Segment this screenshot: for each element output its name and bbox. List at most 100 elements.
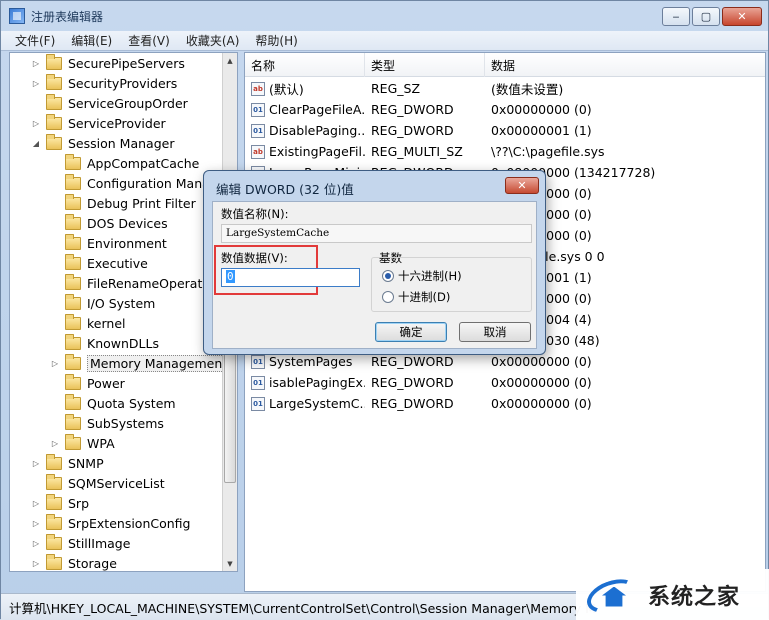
expand-arrow-icon[interactable]: ▷ (30, 557, 42, 569)
dialog-title: 编辑 DWORD (32 位)值 (216, 182, 354, 197)
tree-item[interactable]: ▷ SecurePipeServers (30, 53, 185, 73)
list-row[interactable]: (默认) REG_SZ (数值未设置) (245, 78, 765, 99)
tree-item[interactable]: ▷ Memory Management (49, 353, 231, 373)
tree-item[interactable]: SubSystems (49, 413, 164, 433)
cancel-button[interactable]: 取消 (459, 322, 531, 342)
house-logo-icon (582, 572, 642, 619)
list-row[interactable]: isablePagingEx... REG_DWORD 0x00000000 (0) (245, 372, 765, 393)
radio-hex[interactable] (382, 270, 394, 282)
expand-arrow-icon (49, 277, 61, 289)
dialog-close-button[interactable]: ✕ (505, 177, 539, 194)
tree-item[interactable]: Quota System (49, 393, 176, 413)
tree-item[interactable]: ▷ WPA (49, 433, 115, 453)
title-bar[interactable]: 注册表编辑器 ‒ ▢ ✕ (1, 1, 768, 31)
menu-bar: 文件(F) 编辑(E) 查看(V) 收藏夹(A) 帮助(H) (1, 31, 768, 51)
value-name-field: LargeSystemCache (221, 224, 532, 243)
folder-icon (46, 453, 62, 470)
tree-item[interactable]: Executive (49, 253, 148, 273)
tree-item[interactable]: FileRenameOperations (49, 273, 228, 293)
tree-item-label: SrpExtensionConfig (68, 515, 191, 531)
value-name-cell: isablePagingEx... (245, 375, 365, 390)
tree-item[interactable]: SQMServiceList (30, 473, 165, 493)
menu-favorites[interactable]: 收藏夹(A) (178, 32, 248, 49)
menu-help[interactable]: 帮助(H) (247, 32, 305, 49)
tree-item[interactable]: ◢ Session Manager (30, 133, 174, 153)
tree-item[interactable]: kernel (49, 313, 126, 333)
expand-arrow-icon[interactable]: ▷ (30, 497, 42, 509)
expand-arrow-icon[interactable]: ▷ (30, 117, 42, 129)
radio-dec[interactable] (382, 291, 394, 303)
column-header-type[interactable]: 类型 (365, 53, 485, 77)
folder-icon (46, 533, 62, 550)
string-value-icon (251, 144, 265, 159)
tree-item[interactable]: Power (49, 373, 125, 393)
binary-value-icon (251, 375, 265, 390)
tree-item-label: Environment (87, 235, 167, 251)
value-name-text: DisablePaging... (269, 123, 365, 138)
tree-item[interactable]: ▷ ServiceProvider (30, 113, 166, 133)
list-row[interactable]: LargeSystemC... REG_DWORD 0x00000000 (0) (245, 393, 765, 414)
expanded-arrow-icon[interactable]: ◢ (30, 137, 42, 149)
tree-item[interactable]: ServiceGroupOrder (30, 93, 188, 113)
column-header-data[interactable]: 数据 (485, 53, 765, 77)
column-header-name[interactable]: 名称 (245, 53, 365, 77)
tree-item-label: SecurePipeServers (68, 55, 185, 71)
expand-arrow-icon (49, 217, 61, 229)
value-data-cell: 0x00000000 (0) (491, 354, 592, 369)
tree-item[interactable]: ▷ Srp (30, 493, 89, 513)
value-data-cell: (数值未设置) (491, 82, 564, 97)
tree-item[interactable]: ▷ SNMP (30, 453, 104, 473)
value-data-label: 数值数据(V): (221, 251, 288, 265)
value-name-cell: LargeSystemC... (245, 396, 365, 411)
menu-view[interactable]: 查看(V) (120, 32, 178, 49)
registry-editor-window: 注册表编辑器 ‒ ▢ ✕ 文件(F) 编辑(E) 查看(V) 收藏夹(A) 帮助… (0, 0, 769, 620)
folder-icon (65, 413, 81, 430)
close-button[interactable]: ✕ (722, 7, 762, 26)
minimize-button[interactable]: ‒ (662, 7, 690, 26)
radio-dec-row[interactable]: 十进制(D) (382, 289, 450, 305)
value-name-cell: ClearPageFileA... (245, 102, 365, 117)
menu-edit[interactable]: 编辑(E) (63, 32, 120, 49)
tree-item[interactable]: Environment (49, 233, 167, 253)
expand-arrow-icon[interactable]: ▷ (30, 537, 42, 549)
watermark-logo: 系统之家 (576, 569, 769, 620)
value-type-cell: REG_DWORD (371, 396, 454, 411)
folder-icon (65, 333, 81, 350)
folder-icon (46, 113, 62, 130)
expand-arrow-icon (49, 317, 61, 329)
list-row[interactable]: ExistingPageFil... REG_MULTI_SZ \??\C:\pag… (245, 141, 765, 162)
tree-item-label: I/O System (87, 295, 156, 311)
value-data-input[interactable]: 0 (221, 268, 360, 287)
tree-item[interactable]: AppCompatCache (49, 153, 199, 173)
expand-arrow-icon[interactable]: ▷ (30, 457, 42, 469)
tree-item[interactable]: ▷ Storage (30, 553, 117, 571)
tree-item[interactable]: I/O System (49, 293, 155, 313)
list-row[interactable]: ClearPageFileA... REG_DWORD 0x00000000 (0) (245, 99, 765, 120)
maximize-button[interactable]: ▢ (692, 7, 720, 26)
tree-item[interactable]: ▷ SrpExtensionConfig (30, 513, 190, 533)
expand-arrow-icon[interactable]: ▷ (49, 437, 61, 449)
expand-arrow-icon[interactable]: ▷ (30, 77, 42, 89)
scroll-down-arrow-icon[interactable]: ▼ (223, 556, 237, 571)
expand-arrow-icon (49, 157, 61, 169)
tree-item-label: ServiceProvider (68, 115, 166, 131)
scroll-up-arrow-icon[interactable]: ▲ (223, 53, 237, 68)
expand-arrow-icon[interactable]: ▷ (30, 517, 42, 529)
ok-button[interactable]: 确定 (375, 322, 447, 342)
value-type-cell: REG_DWORD (371, 375, 454, 390)
expand-arrow-icon[interactable]: ▷ (49, 357, 61, 369)
expand-arrow-icon[interactable]: ▷ (30, 57, 42, 69)
tree-item[interactable]: Debug Print Filter (49, 193, 196, 213)
menu-file[interactable]: 文件(F) (7, 32, 63, 49)
tree-item[interactable]: KnownDLLs (49, 333, 159, 353)
tree-item-label: kernel (87, 315, 126, 331)
radio-hex-row[interactable]: 十六进制(H) (382, 268, 462, 284)
list-row[interactable]: DisablePaging... REG_DWORD 0x00000001 (1) (245, 120, 765, 141)
tree-item[interactable]: ▷ StillImage (30, 533, 130, 553)
tree-item[interactable]: DOS Devices (49, 213, 168, 233)
tree-item-label: Executive (87, 255, 148, 271)
tree-item-label: DOS Devices (87, 215, 168, 231)
folder-icon (46, 133, 62, 150)
edit-dword-dialog: 编辑 DWORD (32 位)值 ✕ 数值名称(N): LargeSystemC… (203, 170, 546, 355)
tree-item[interactable]: ▷ SecurityProviders (30, 73, 177, 93)
